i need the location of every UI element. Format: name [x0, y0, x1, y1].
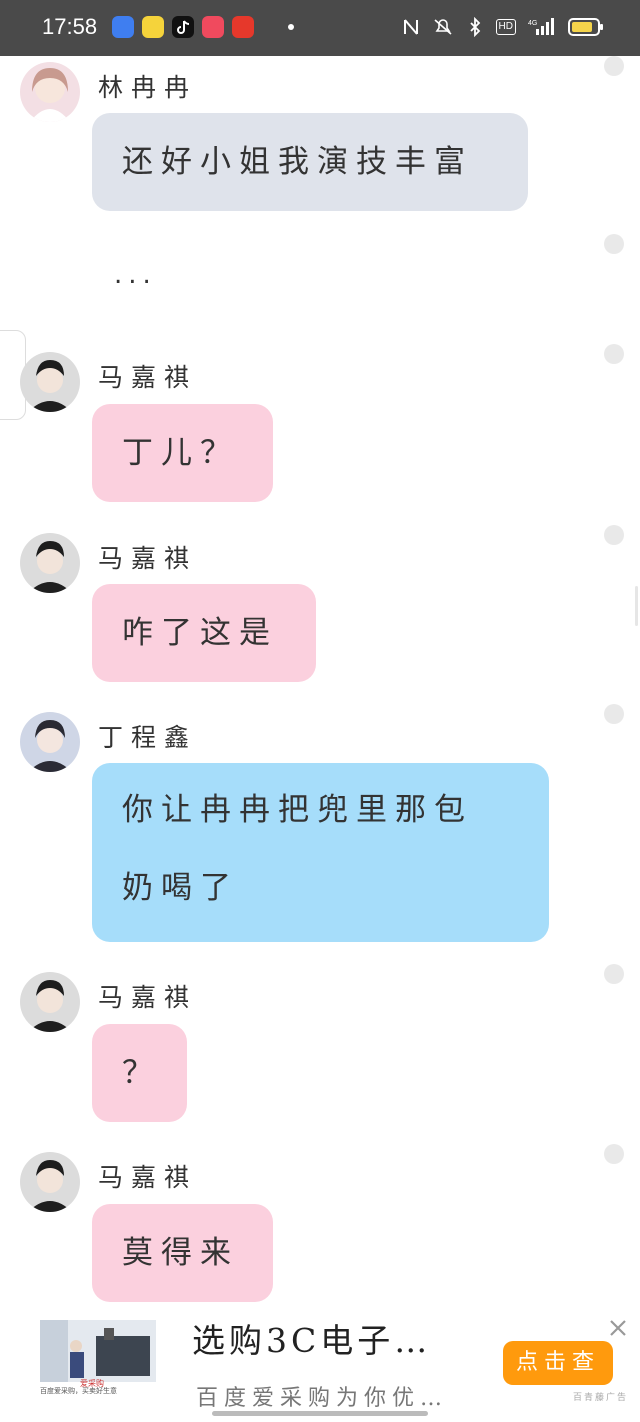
message-bubble[interactable]: ？ [92, 1024, 187, 1122]
ad-banner[interactable]: 爱采购 百度爱采购，买卖好生意 选购3C电子… 百度爱采购为你优… 点击查 百青… [0, 1310, 640, 1422]
status-time: 17:58 [42, 14, 98, 39]
svg-text:4G: 4G [528, 20, 537, 27]
chat-app-icon [202, 16, 224, 38]
ad-cta-button[interactable]: 点击查 [503, 1341, 613, 1385]
sender-name: 马嘉祺 [98, 363, 198, 392]
avatar[interactable] [20, 972, 80, 1032]
message-status-dot [604, 56, 624, 76]
status-bar: 17:58 HD 4G [0, 0, 640, 56]
nfc-icon [403, 19, 418, 35]
sender-name: 马嘉祺 [98, 544, 198, 573]
sender-name: 马嘉祺 [98, 983, 198, 1012]
message-line-2: 奶喝了 [122, 870, 239, 906]
ad-subtitle[interactable]: 百度爱采购为你优… [196, 1380, 448, 1412]
more-notifications-dot [288, 24, 294, 30]
avatar[interactable] [20, 352, 80, 412]
hd-badge: HD [495, 19, 516, 35]
ad-source-label: 百青藤广告 [572, 1393, 628, 1403]
message-status-dot [604, 344, 624, 364]
message-status-dot [604, 234, 624, 254]
close-icon[interactable] [606, 1316, 630, 1340]
sender-name: 林冉冉 [98, 73, 198, 102]
message-status-dot [604, 704, 624, 724]
sender-name: 丁程鑫 [98, 723, 198, 752]
battery-icon [568, 18, 603, 36]
message-status-dot [604, 1144, 624, 1164]
message-status-dot [604, 525, 624, 545]
weibo-app-icon [232, 16, 254, 38]
notification-app-icons [112, 16, 294, 38]
avatar[interactable] [20, 62, 80, 122]
message-bubble[interactable]: 咋了这是 [92, 584, 316, 682]
message-line-1: 你让冉冉把兜里那包 [122, 792, 473, 828]
home-indicator[interactable] [212, 1411, 428, 1416]
ellipsis-text: ... [114, 260, 157, 290]
sender-name: 马嘉祺 [98, 1163, 198, 1192]
status-indicators: HD 4G [402, 17, 603, 37]
cat-app-icon [142, 16, 164, 38]
avatar[interactable] [20, 1152, 80, 1212]
avatar[interactable] [20, 712, 80, 772]
message-bubble[interactable]: 还好小姐我演技丰富 [92, 113, 528, 211]
4g-signal-icon: 4G [528, 18, 554, 35]
message-bubble[interactable]: 莫得来 [92, 1204, 273, 1302]
message-status-dot [604, 964, 624, 984]
baidu-app-icon [112, 16, 134, 38]
bluetooth-icon [469, 17, 480, 37]
tiktok-app-icon [172, 16, 194, 38]
ad-thumbnail[interactable] [40, 1320, 156, 1382]
message-bubble[interactable]: 丁儿？ [92, 404, 273, 502]
avatar[interactable] [20, 533, 80, 593]
mute-icon [434, 19, 452, 35]
scrollbar[interactable] [635, 586, 638, 626]
ad-thumb-caption: 百度爱采购，买卖好生意 [40, 1388, 117, 1395]
message-bubble[interactable]: 你让冉冉把兜里那包 奶喝了 [92, 763, 549, 942]
ad-title[interactable]: 选购3C电子… [192, 1314, 431, 1362]
